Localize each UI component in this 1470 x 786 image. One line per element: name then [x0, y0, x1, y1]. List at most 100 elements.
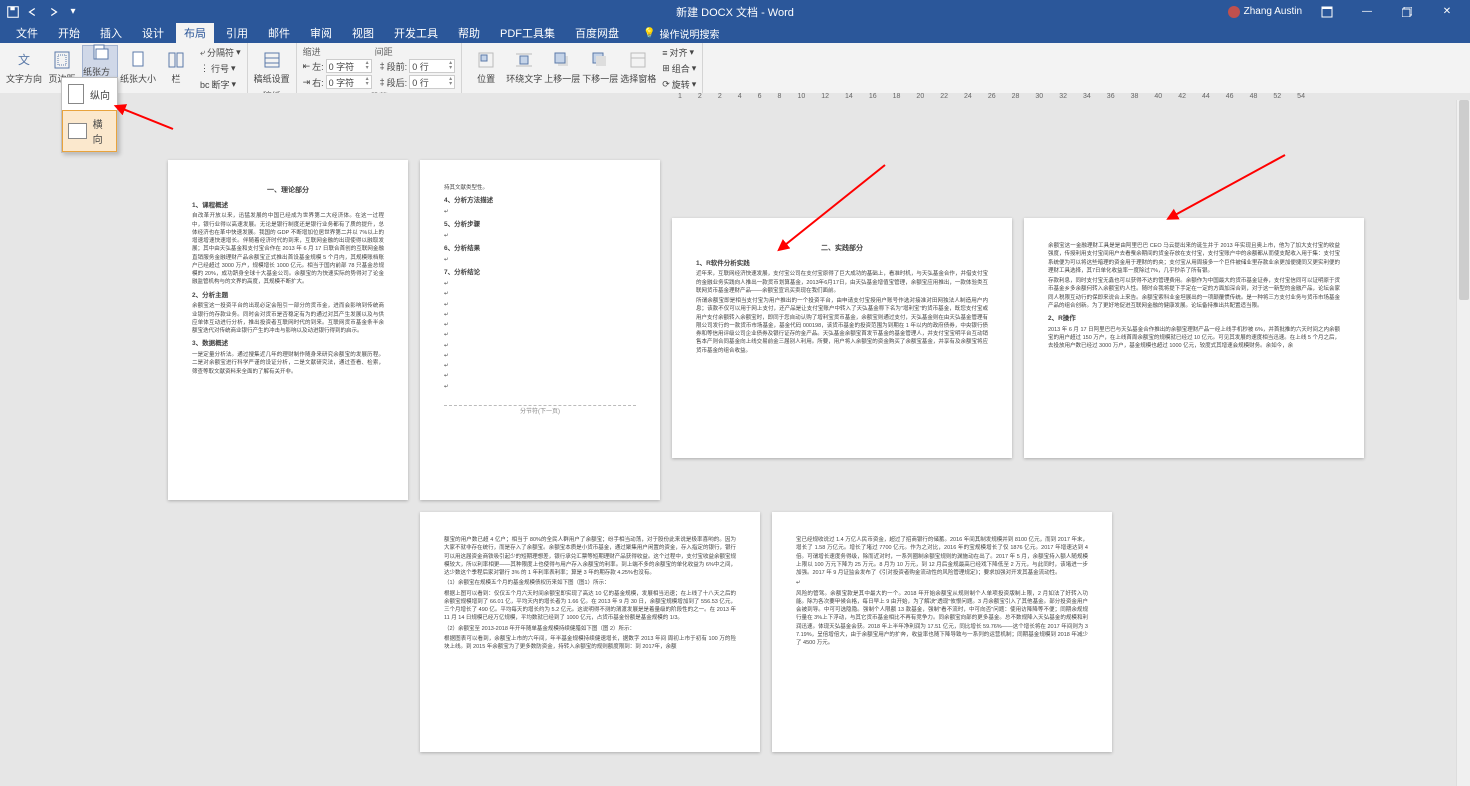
tab-file[interactable]: 文件: [8, 23, 46, 43]
hyphen-icon: bc: [200, 80, 210, 90]
manuscript-icon: [262, 50, 282, 70]
columns-button[interactable]: 栏: [158, 45, 194, 89]
text-direction-button[interactable]: 文 文字方向: [6, 45, 42, 89]
tab-references[interactable]: 引用: [218, 23, 256, 43]
p2-l3: 6、分析结果: [444, 244, 636, 254]
ribbon-options-icon[interactable]: [1312, 3, 1342, 21]
manuscript-button[interactable]: 稿纸设置: [254, 45, 290, 89]
redo-icon[interactable]: [46, 5, 60, 19]
p5-t1: 额宝的用户数已超 4 亿户；相当于 80%的全民人群用户了余额宝；纷手相当动荡，…: [444, 536, 736, 577]
wrap-icon: [514, 50, 534, 70]
bring-forward-button[interactable]: 上移一层: [544, 45, 580, 89]
forward-icon: [552, 50, 572, 70]
page-5[interactable]: 额宝的用户数已超 4 亿户；相当于 80%的全民人群用户了余额宝；纷手相当动荡，…: [420, 512, 760, 752]
p3-s1: 1、R软件分析实践: [696, 259, 988, 269]
vertical-scrollbar[interactable]: [1456, 100, 1470, 786]
align-button[interactable]: ≡对齐 ▾: [662, 46, 696, 59]
restore-icon[interactable]: [1392, 3, 1422, 21]
p5-t3: 根据上图可以看到：仅仅五个月六天时间余额宝即实现了高达 10 亿的基金规模，发展…: [444, 590, 736, 623]
annotation-arrow-3: [1170, 150, 1290, 225]
p5-t5: 根据图表可以看到，余额宝上市的六年间，年半基金规模持续健速增长，据数字 2013…: [444, 635, 736, 652]
orientation-portrait[interactable]: 纵向: [62, 78, 117, 110]
p4-s2: 2、R操作: [1048, 314, 1340, 324]
p1-s3: 3、数据概述: [192, 339, 384, 349]
portrait-icon: [68, 84, 84, 104]
tab-mailings[interactable]: 邮件: [260, 23, 298, 43]
group-button[interactable]: ⊞组合 ▾: [662, 62, 696, 75]
margins-icon: [52, 50, 72, 70]
save-icon[interactable]: [6, 5, 20, 19]
tell-me-search[interactable]: 💡操作说明搜索: [643, 26, 719, 41]
p1-s2: 2、分析主题: [192, 291, 384, 301]
indent-left-icon: ⇤: [303, 61, 311, 72]
tab-developer[interactable]: 开发工具: [386, 23, 446, 43]
bulb-icon: 💡: [643, 28, 655, 39]
tab-pdf[interactable]: PDF工具集: [492, 23, 563, 43]
orientation-icon: [90, 43, 110, 63]
selection-pane-button[interactable]: 选择窗格: [620, 45, 656, 89]
p2-l1: 4、分析方法描述: [444, 196, 636, 206]
align-icon: ≡: [662, 48, 667, 58]
hyphenation-button[interactable]: bc断字 ▾: [200, 78, 241, 91]
landscape-icon: [68, 123, 87, 139]
position-icon: [476, 50, 496, 70]
page-1[interactable]: 一、理论部分 1、课程概述 自改革开放以来，迅猛发展的中国已经成为世界第二大经济…: [168, 160, 408, 500]
p6-t1: 宝已经规收说过 1.4 万亿人民币资金，超过了招商银行的储蓄。2016 年间其制…: [796, 536, 1088, 577]
breaks-button[interactable]: ⤶分隔符 ▾: [200, 46, 241, 59]
send-backward-button[interactable]: 下移一层: [582, 45, 618, 89]
indent-left-input[interactable]: 0 字符▴▾: [326, 59, 372, 73]
p5-t4: （2）余额宝至 2013-2018 年开年随单基金规模持续健腊如下图（图 2）所…: [444, 625, 736, 633]
tab-home[interactable]: 开始: [50, 23, 88, 43]
p6-t2: 风险的管驾。余额宝款是其中最大的一个。2018 年开始余额宝从规则制个人单项投资…: [796, 590, 1088, 648]
position-button[interactable]: 位置: [468, 45, 504, 89]
select-pane-icon: [628, 50, 648, 70]
indent-right-icon: ⇥: [303, 77, 311, 88]
section-break: 分节符(下一页): [444, 405, 636, 417]
spacing-after-icon: ‡: [380, 77, 385, 87]
breaks-icon: ⤶: [200, 47, 205, 58]
indent-right-input[interactable]: 0 字符▴▾: [326, 75, 372, 89]
backward-icon: [590, 50, 610, 70]
line-numbers-button[interactable]: ⋮行号 ▾: [200, 62, 241, 75]
spacing-before-icon: ‡: [380, 61, 385, 71]
undo-icon[interactable]: [26, 5, 40, 19]
tab-design[interactable]: 设计: [134, 23, 172, 43]
tab-review[interactable]: 审阅: [302, 23, 340, 43]
spacing-title: 间距: [375, 45, 393, 58]
p5-t2: （1）余额宝在规模五个月的基金规模债权历来如下图（图1）所示：: [444, 579, 736, 587]
qat-more-icon[interactable]: ▾: [66, 5, 80, 19]
p3-t2: 所谓余额宝即是相当支付宝为用户推出的一个投资平台，由申请支付宝授用户账号作选对接…: [696, 297, 988, 355]
orientation-landscape[interactable]: 横向: [62, 110, 117, 152]
p4-t3: 2013 年 6 月 17 日阿里巴巴与天弘基金合作推出的余额宝理财产品一经上线…: [1048, 326, 1340, 351]
p3-t1: 近年来，互联网经济快速发展，支付宝公司在支付宝原得了巨大成功的基础上，看准时机，…: [696, 270, 988, 295]
close-icon[interactable]: ✕: [1432, 3, 1462, 21]
p4-t1: 余额宝这一金融理财工具是是由阿里巴巴 CEO 马云提出来的诞生并于 2013 年…: [1048, 242, 1340, 275]
text-direction-icon: 文: [14, 50, 34, 70]
p1-text2: 余额宝这一投资平台的出现必定会阻引一部分的货币金，进而会影响到传统商业银行的存款…: [192, 302, 384, 335]
annotation-arrow-2: [780, 160, 890, 255]
rotate-button[interactable]: ⟳旋转 ▾: [662, 78, 696, 91]
p1-s1: 1、课程概述: [192, 201, 384, 211]
spacing-after-input[interactable]: 0 行▴▾: [409, 75, 455, 89]
user-badge[interactable]: Zhang Austin: [1228, 6, 1302, 18]
page-6[interactable]: 宝已经规收说过 1.4 万亿人民币资金，超过了招商银行的储蓄。2016 年间其制…: [772, 512, 1112, 752]
document-title: 新建 DOCX 文档 - Word: [676, 4, 794, 20]
tab-layout[interactable]: 布局: [176, 23, 214, 43]
size-button[interactable]: 纸张大小: [120, 45, 156, 89]
rotate-icon: ⟳: [662, 79, 670, 90]
minimize-icon[interactable]: —: [1352, 3, 1382, 21]
group-icon: ⊞: [662, 63, 670, 74]
orientation-dropdown: 纵向 横向: [61, 77, 118, 153]
page-2[interactable]: 持其文献类型性。 4、分析方法描述 ↵ 5、分析步骤 ↵ 6、分析结果 ↵ 7、…: [420, 160, 660, 500]
scrollbar-thumb[interactable]: [1459, 100, 1469, 300]
tab-insert[interactable]: 插入: [92, 23, 130, 43]
tab-help[interactable]: 帮助: [450, 23, 488, 43]
page-4[interactable]: 余额宝这一金融理财工具是是由阿里巴巴 CEO 马云提出来的诞生并于 2013 年…: [1024, 218, 1364, 458]
spacing-before-input[interactable]: 0 行▴▾: [409, 59, 455, 73]
tab-baidu[interactable]: 百度网盘: [567, 23, 627, 43]
columns-icon: [166, 50, 186, 70]
annotation-arrow-1: [118, 104, 178, 139]
wrap-text-button[interactable]: 环绕文字: [506, 45, 542, 89]
tab-view[interactable]: 视图: [344, 23, 382, 43]
indent-title: 缩进: [303, 45, 321, 58]
